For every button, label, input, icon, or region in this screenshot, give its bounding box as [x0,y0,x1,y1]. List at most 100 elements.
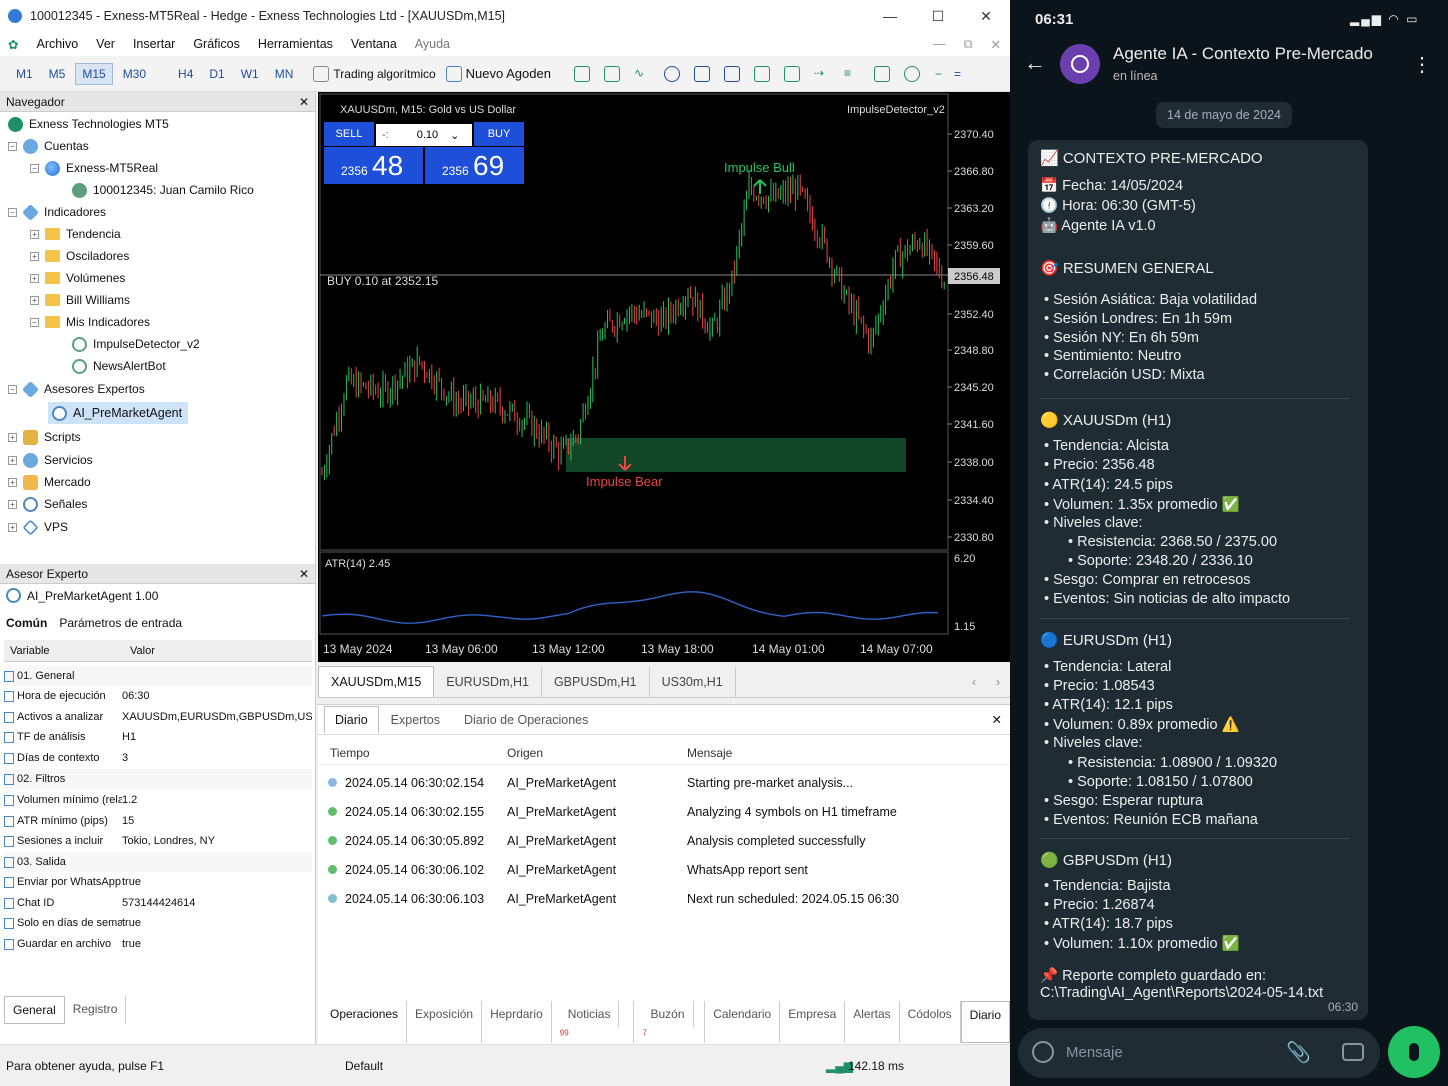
param-row[interactable]: Días de contexto 3 [4,748,312,768]
btab-calendario[interactable]: Calendario [705,1001,781,1044]
param-value[interactable]: 1.2 [122,794,312,806]
btab-diario[interactable]: Diario [960,1001,1010,1044]
toolbar-more-icon[interactable]: = [954,67,961,81]
param-row[interactable]: Activos a analizar XAUUSDm,EURUSDm,GBPUSD… [4,707,312,727]
more-options-icon[interactable]: ⋮ [1412,52,1432,77]
message-bubble[interactable]: 📈 CONTEXTO PRE-MERCADO 📅 Fecha: 14/05/202… [1028,140,1368,1020]
param-value[interactable]: true [122,876,312,888]
nav-market[interactable]: + Mercado [8,471,91,493]
avatar[interactable] [1060,44,1100,84]
chart-tab-us30[interactable]: US30m,H1 [650,667,736,697]
chart-tab-xauusd[interactable]: XAUUSDm,M15 [318,666,435,697]
nav-folder-volumenes[interactable]: + Volúmenes [30,267,125,289]
message-input-bar[interactable]: Mensaje 📎 [1018,1028,1380,1078]
tab-expertos[interactable]: Expertos [379,707,452,733]
menu-herramientas[interactable]: Herramientas [258,37,333,51]
param-value[interactable]: 3 [122,752,312,764]
nav-folder-tendencia[interactable]: + Tendencia [30,223,121,245]
emoji-icon[interactable] [1032,1041,1054,1063]
expand-icon[interactable]: + [30,273,39,283]
nav-folder-bill-williams[interactable]: + Bill Williams [30,289,130,311]
close-button[interactable]: ✕ [962,0,1010,32]
mdi-close-icon[interactable]: ✕ [991,37,1001,52]
expand-icon[interactable]: + [30,229,39,239]
log-row[interactable]: 2024.05.14 06:30:05.892 AI_PreMarketAgent… [318,826,1010,855]
menu-ventana[interactable]: Ventana [351,37,397,51]
btab-buzon[interactable]: Buzón 7 [634,1001,706,1044]
menu-ver[interactable]: Ver [96,37,115,51]
param-value[interactable]: 573144424614 [122,897,312,909]
profiles-icon[interactable] [903,65,920,82]
collapse-icon[interactable]: − [30,163,39,173]
tabs-next-icon[interactable]: › [986,667,1010,697]
contact-name[interactable]: Agente IA - Contexto Pre-Mercado [1113,44,1373,64]
navigator-close-icon[interactable]: ✕ [299,95,309,109]
menu-graficos[interactable]: Gráficos [193,37,240,51]
menu-ayuda[interactable]: Ayuda [415,37,450,51]
nav-folder-mis-indicadores[interactable]: − Mis Indicadores [30,311,150,333]
param-value[interactable]: 15 [122,815,312,827]
nav-services[interactable]: + Servicios [8,449,93,471]
crosshair-icon[interactable] [723,65,740,82]
back-arrow-icon[interactable]: ← [1024,50,1046,76]
nav-account[interactable]: 100012345: Juan Camilo Rico [72,179,254,201]
mdi-restore-icon[interactable]: ⧉ [964,37,973,52]
param-value[interactable]: XAUUSDm,EURUSDm,GBPUSDm,US30m [122,711,312,723]
nav-folder-osciladores[interactable]: + Osciladores [30,245,129,267]
expand-icon[interactable]: + [8,499,17,509]
tf-mn[interactable]: MN [269,64,300,84]
log-row[interactable]: 2024.05.14 06:30:02.155 AI_PreMarketAgent… [318,797,1010,826]
lot-decrease-icon[interactable]: -: [382,129,389,141]
expand-icon[interactable]: + [30,295,39,305]
tabs-prev-icon[interactable]: ‹ [962,667,986,697]
expand-icon[interactable]: + [8,477,17,487]
mdi-minimize-icon[interactable]: — [933,37,946,51]
collapse-icon[interactable]: − [8,207,17,217]
param-value[interactable]: Tokio, Londres, NY [122,835,312,847]
btab-historial[interactable]: Heprdario [482,1001,552,1044]
expand-icon[interactable]: + [8,432,17,442]
app-menu-icon[interactable]: ✿ [8,37,18,52]
algo-trading-button[interactable]: Trading algorítmico [313,65,436,82]
param-row[interactable]: Volumen mínimo (relativo)1.2 [4,790,312,810]
nav-experts[interactable]: − Asesores Expertos [8,378,145,400]
maximize-button[interactable]: ☐ [914,0,962,32]
collapse-icon[interactable]: − [8,141,17,151]
expand-icon[interactable]: + [30,251,39,261]
tf-m30[interactable]: M30 [117,64,152,84]
menu-archivo[interactable]: Archivo [36,37,78,51]
expert-panel-close-icon[interactable]: ✕ [299,567,309,581]
menu-insertar[interactable]: Insertar [133,37,175,51]
tab-common[interactable]: Común [6,616,47,630]
tf-m15[interactable]: M15 [75,62,113,85]
buy-button[interactable]: BUY [474,122,524,146]
param-row[interactable]: Hora de ejecución 06:30 [4,686,312,706]
nav-indicator-news[interactable]: NewsAlertBot [72,355,166,377]
chart-tab-gbpusd[interactable]: GBPUSDm,H1 [542,667,650,697]
nav-indicator-impulse[interactable]: ImpulseDetector_v2 [72,333,200,355]
grid-icon[interactable] [753,65,770,82]
buy-price-box[interactable]: 2356 69 [425,147,524,184]
autoscroll-icon[interactable] [783,65,800,82]
btab-alertas[interactable]: Alertas [845,1001,900,1044]
attach-clip-icon[interactable]: 📎 [1286,1040,1311,1065]
btab-operaciones[interactable]: Operaciones [322,1001,408,1044]
chart-bars-icon[interactable] [573,65,590,82]
tf-w1[interactable]: W1 [235,64,265,84]
nav-expert-selected[interactable]: AI_PreMarketAgent [48,402,189,424]
param-row[interactable]: TF de análisis H1 [4,727,312,747]
message-input[interactable]: Mensaje [1066,1044,1123,1061]
toolbar-minus-icon[interactable]: − [935,67,942,81]
param-value[interactable]: true [122,917,312,929]
param-row[interactable]: ATR mínimo (pips) 15 [4,811,312,831]
lot-dropdown-icon[interactable]: ⌄ [450,129,459,142]
nav-indicators[interactable]: − Indicadores [8,201,106,223]
param-value[interactable]: H1 [122,731,312,743]
param-row[interactable]: Sesiones a incluir Tokio, Londres, NY [4,831,312,851]
tab-diario[interactable]: Diario [324,706,379,733]
param-row[interactable]: Enviar por WhatsApp true [4,872,312,892]
param-row[interactable]: 02. Filtros [4,769,312,789]
param-value[interactable]: 06:30 [122,690,312,702]
log-row[interactable]: 2024.05.14 06:30:06.102 AI_PreMarketAgent… [318,855,1010,884]
toolbox-close-icon[interactable]: ✕ [992,712,1002,727]
